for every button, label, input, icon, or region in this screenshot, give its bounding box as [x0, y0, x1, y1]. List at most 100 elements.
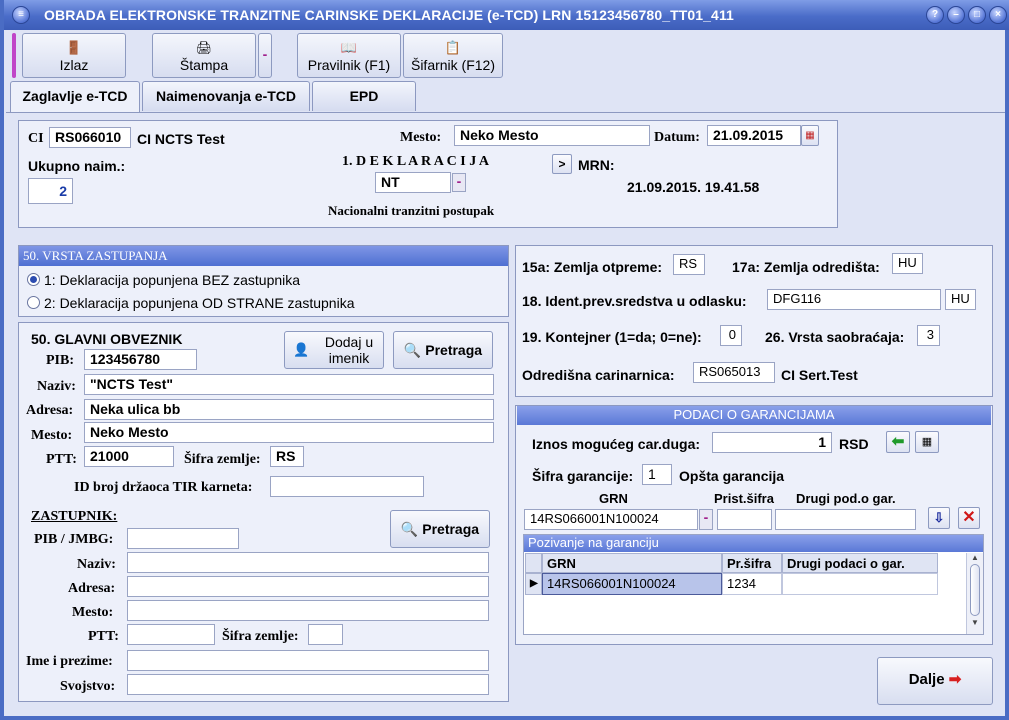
zastupnik-title: ZASTUPNIK: [31, 509, 118, 524]
mesto-field[interactable]: Neko Mesto [454, 125, 650, 146]
tir-label: ID broj držaoca TIR karneta: [74, 480, 253, 495]
grid-col-prsifra[interactable]: Pr.šifra [722, 553, 782, 573]
title-bar: ≡ OBRADA ELEKTRONSKE TRANZITNE CARINSKE … [4, 0, 1009, 30]
otprema-field[interactable]: RS [673, 254, 705, 275]
close-icon[interactable]: × [989, 6, 1007, 24]
vrsta-label: 26. Vrsta saobraćaja: [765, 329, 905, 345]
mesto-label-2: Mesto: [31, 428, 73, 443]
decl-type-dropdown[interactable]: - [452, 173, 466, 192]
dodaj-u-imenik-button[interactable]: 👤 Dodaj u imenik [284, 331, 384, 369]
mrn-button[interactable]: > [552, 154, 572, 174]
ci-code-field[interactable]: RS066010 [49, 127, 131, 148]
odrediste-field[interactable]: HU [892, 253, 923, 274]
delete-icon[interactable]: ✕ [958, 507, 980, 529]
system-menu-icon[interactable]: ≡ [12, 6, 30, 24]
izlaz-button[interactable]: 🚪 Izlaz [22, 33, 126, 78]
tab-zaglavlje[interactable]: Zaglavlje e-TCD [10, 81, 140, 113]
grid-cell-grn[interactable]: 14RS066001N100024 [542, 573, 722, 595]
tab-naimenovanja[interactable]: Naimenovanja e-TCD [142, 81, 310, 111]
zastupnik-pib-field[interactable] [127, 528, 239, 549]
adresa-field[interactable]: Neka ulica bb [84, 399, 494, 420]
zastupnik-ptt-field[interactable] [127, 624, 215, 645]
radio-od-strane-zastupnika[interactable] [27, 296, 40, 309]
carinarnica-field[interactable]: RS065013 [693, 362, 775, 383]
ident-country-field[interactable]: HU [945, 289, 976, 310]
adresa-label: Adresa: [26, 403, 74, 418]
grid-col-drugi[interactable]: Drugi podaci o gar. [782, 553, 938, 573]
add-contact-icon: 👤 [293, 342, 310, 357]
zastupnik-sifra-field[interactable] [308, 624, 343, 645]
opt1-label[interactable]: 1: Deklaracija popunjena BEZ zastupnika [44, 272, 300, 288]
zastupnik-pib-label: PIB / JMBG: [34, 532, 114, 547]
list-icon: 📋 [444, 40, 462, 55]
obveznik-mesto-field[interactable]: Neko Mesto [84, 422, 494, 443]
radio-bez-zastupnika[interactable] [27, 273, 40, 286]
calendar-icon[interactable]: ▦ [801, 125, 819, 146]
calculator-icon[interactable]: ▦ [915, 431, 939, 453]
odrediste-label: 17a: Zemlja odredišta: [732, 259, 880, 275]
grid-scrollbar[interactable]: ▲ ▼ [966, 553, 983, 634]
grn-dropdown[interactable]: - [699, 509, 713, 530]
obveznik-pretraga-button[interactable]: 🔍 Pretraga [393, 331, 493, 369]
tab-epd[interactable]: EPD [312, 81, 416, 111]
datum-field[interactable]: 21.09.2015 [707, 125, 801, 146]
iznos-field[interactable]: 1 [712, 432, 832, 453]
drugi-pod-field[interactable] [775, 509, 916, 530]
zastupnik-naziv-field[interactable] [127, 552, 489, 573]
arrow-down-icon[interactable]: ⇩ [928, 507, 950, 529]
ident-label: 18. Ident.prev.sredstva u odlasku: [522, 293, 747, 309]
search-icon: 🔍 [400, 521, 419, 537]
ci-label: CI [28, 131, 44, 146]
decl-type-field[interactable]: NT [375, 172, 451, 193]
kontejner-field[interactable]: 0 [720, 325, 742, 346]
stampa-dropdown[interactable]: - [258, 33, 272, 78]
stampa-button[interactable]: 🖨 Štampa [152, 33, 256, 78]
postupak-label: Nacionalni tranzitni postupak [328, 203, 495, 218]
help-icon[interactable]: ? [926, 6, 944, 24]
dalje-button[interactable]: Dalje ➡ [877, 657, 993, 705]
zastupnik-adresa-field[interactable] [127, 576, 489, 597]
svojstvo-label: Svojstvo: [60, 679, 116, 694]
grid-col-grn[interactable]: GRN [542, 553, 722, 573]
grn-field[interactable]: 14RS066001N100024 [524, 509, 698, 530]
pib-field[interactable]: 123456780 [84, 349, 197, 370]
zastupnik-mesto-field[interactable] [127, 600, 489, 621]
ukupno-label: Ukupno naim.: [28, 158, 126, 174]
timestamp: 21.09.2015. 19.41.58 [627, 179, 760, 195]
sifarnik-button[interactable]: 📋 Šifarnik (F12) [403, 33, 503, 78]
ptt-field[interactable]: 21000 [84, 446, 174, 467]
deklaracija-heading: 1. D E K L A R A C I J A [342, 154, 490, 169]
vrsta-field[interactable]: 3 [917, 325, 940, 346]
sifra-garancije-field[interactable]: 1 [642, 464, 672, 485]
prist-column-label: Prist.šifra [714, 491, 774, 506]
grid-cell-drugi[interactable] [782, 573, 938, 595]
toolbar-grip[interactable] [12, 33, 16, 78]
grid-cell-prsifra[interactable]: 1234 [722, 573, 782, 595]
zastupnik-ptt-label: PTT: [88, 629, 119, 644]
mesto-label: Mesto: [400, 130, 442, 145]
grn-column-label: GRN [599, 491, 628, 506]
minimize-icon[interactable]: – [947, 6, 965, 24]
ident-field[interactable]: DFG116 [767, 289, 941, 310]
prist-sifra-field[interactable] [717, 509, 772, 530]
pravilnik-button[interactable]: 📖 Pravilnik (F1) [297, 33, 401, 78]
obveznik-title: 50. GLAVNI OBVEZNIK [31, 331, 183, 347]
window-title: OBRADA ELEKTRONSKE TRANZITNE CARINSKE DE… [44, 7, 734, 23]
ime-field[interactable] [127, 650, 489, 671]
row-pointer-icon: ▶ [525, 573, 542, 595]
maximize-icon[interactable]: □ [968, 6, 986, 24]
tir-field[interactable] [270, 476, 424, 497]
valuta-label: RSD [839, 436, 869, 452]
arrow-left-icon[interactable]: ⬅ [886, 431, 910, 453]
datum-label: Datum: [654, 130, 700, 145]
door-exit-icon: 🚪 [65, 40, 83, 55]
search-icon: 🔍 [403, 342, 422, 358]
pozivanje-grid-title: Pozivanje na garanciju [524, 535, 983, 552]
table-row[interactable]: 14RS066001N100024 1234 [542, 573, 938, 595]
pib-label: PIB: [46, 353, 74, 368]
sifra-zemlje-field[interactable]: RS [270, 446, 304, 467]
naziv-field[interactable]: "NCTS Test" [84, 374, 494, 395]
opt2-label[interactable]: 2: Deklaracija popunjena OD STRANE zastu… [44, 295, 355, 311]
zastupnik-pretraga-button[interactable]: 🔍 Pretraga [390, 510, 490, 548]
svojstvo-field[interactable] [127, 674, 489, 695]
